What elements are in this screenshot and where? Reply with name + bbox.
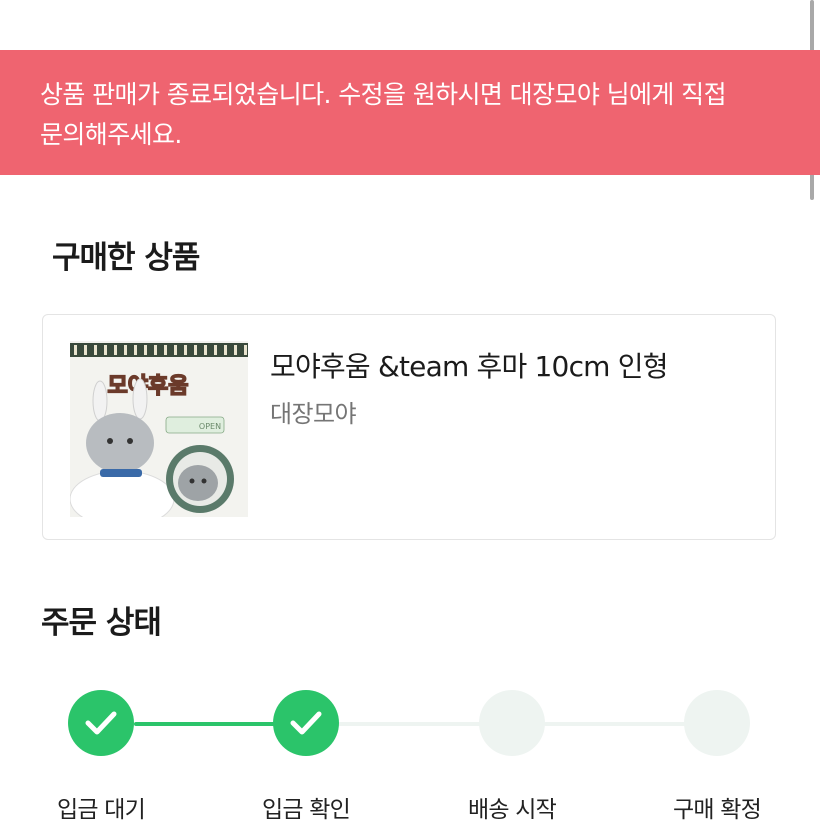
sales-ended-notice: 상품 판매가 종료되었습니다. 수정을 원하시면 대장모야 님에게 직접 문의해… — [0, 50, 820, 175]
product-thumbnail-image: 모야후움 OPEN — [70, 341, 248, 517]
seller-name[interactable]: 대장모야 — [270, 397, 357, 431]
step-3-pending — [479, 690, 545, 756]
step-label-1: 입금 대기 — [57, 797, 146, 823]
step-label-2: 입금 확인 — [262, 797, 351, 823]
step-label-4: 구매 확정 — [673, 797, 762, 823]
product-name[interactable]: 모야후움 &team 후마 10cm 인형 — [270, 347, 710, 387]
progress-line-2 — [338, 722, 488, 726]
thumb-logo-text: 모야후움 — [108, 374, 189, 399]
thumb-open-tag: OPEN — [199, 422, 221, 431]
step-1-complete — [68, 690, 134, 756]
step-4-pending — [684, 690, 750, 756]
notice-line-1: 상품 판매가 종료되었습니다. 수정을 원하시면 대장모야 님에게 직접 — [40, 80, 727, 109]
order-status-title: 주문 상태 — [41, 605, 162, 641]
progress-line-1 — [134, 722, 282, 726]
purchased-section-title: 구매한 상품 — [52, 240, 200, 276]
product-card[interactable]: 모야후움 OPEN 모야후움 &team 후마 10cm 인형 대장모야 — [42, 314, 776, 540]
top-bar — [0, 0, 820, 50]
progress-line-3 — [544, 722, 694, 726]
step-label-3: 배송 시작 — [468, 797, 557, 823]
product-thumbnail[interactable]: 모야후움 OPEN — [70, 341, 248, 517]
checkmark-icon — [290, 711, 322, 735]
step-2-complete — [273, 690, 339, 756]
notice-line-2: 문의해주세요. — [40, 120, 182, 149]
checkmark-icon — [85, 711, 117, 735]
